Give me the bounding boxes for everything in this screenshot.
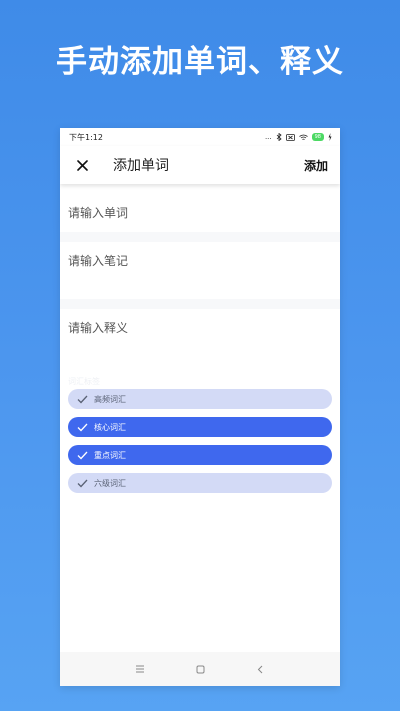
check-icon bbox=[77, 421, 89, 433]
more-dots-icon: ... bbox=[264, 133, 272, 141]
tag-label: 重点词汇 bbox=[94, 450, 126, 460]
note-input[interactable]: 请输入笔记 bbox=[60, 242, 340, 299]
system-nav-bar bbox=[60, 652, 340, 686]
back-nav-button[interactable] bbox=[253, 662, 267, 676]
close-icon bbox=[76, 159, 88, 171]
battery-icon: 98 bbox=[311, 133, 324, 141]
word-form: 请输入单词 请输入笔记 请输入释义 bbox=[60, 184, 340, 365]
tag-chip-high-frequency[interactable]: 高频词汇 bbox=[68, 389, 332, 409]
meaning-placeholder: 请输入释义 bbox=[68, 321, 129, 335]
tag-label: 核心词汇 bbox=[94, 422, 126, 432]
tag-chip-core[interactable]: 核心词汇 bbox=[68, 417, 332, 437]
tag-label: 高频词汇 bbox=[94, 394, 126, 404]
check-icon bbox=[77, 449, 89, 461]
check-icon bbox=[77, 393, 89, 405]
tag-list: 词汇标签 高频词汇 核心词汇 重点词汇 六级词汇 bbox=[60, 365, 340, 493]
tag-chip-cet6[interactable]: 六级词汇 bbox=[68, 473, 332, 493]
close-button[interactable] bbox=[72, 155, 92, 175]
check-icon bbox=[77, 477, 89, 489]
app-bar: 添加单词 添加 bbox=[60, 146, 340, 184]
word-input[interactable]: 请输入单词 bbox=[60, 184, 340, 232]
back-icon bbox=[257, 665, 263, 673]
charging-icon bbox=[328, 133, 332, 141]
note-placeholder: 请输入笔记 bbox=[68, 254, 129, 268]
home-icon bbox=[196, 665, 204, 673]
add-button[interactable]: 添加 bbox=[304, 157, 328, 174]
menu-nav-button[interactable] bbox=[133, 662, 147, 676]
page-title: 添加单词 bbox=[113, 158, 169, 174]
tags-label: 词汇标签 bbox=[68, 377, 100, 386]
meaning-input[interactable]: 请输入释义 bbox=[60, 309, 340, 365]
wifi-icon bbox=[298, 134, 308, 140]
tag-chip-key[interactable]: 重点词汇 bbox=[68, 445, 332, 465]
promo-headline: 手动添加单词、释义 bbox=[56, 44, 344, 80]
bluetooth-icon bbox=[276, 133, 282, 141]
word-placeholder: 请输入单词 bbox=[68, 205, 129, 220]
tag-label: 六级词汇 bbox=[94, 478, 126, 488]
status-bar: 下午1:12 ... 98 bbox=[60, 128, 340, 146]
home-nav-button[interactable] bbox=[193, 662, 207, 676]
phone-screen: 下午1:12 ... 98 添加单词 添加 请输入单词 请输入笔记 请输入释义 … bbox=[60, 128, 340, 686]
alarm-icon bbox=[285, 133, 295, 141]
status-time: 下午1:12 bbox=[69, 132, 103, 142]
status-icons: ... 98 bbox=[265, 133, 332, 141]
menu-icon bbox=[136, 665, 144, 673]
